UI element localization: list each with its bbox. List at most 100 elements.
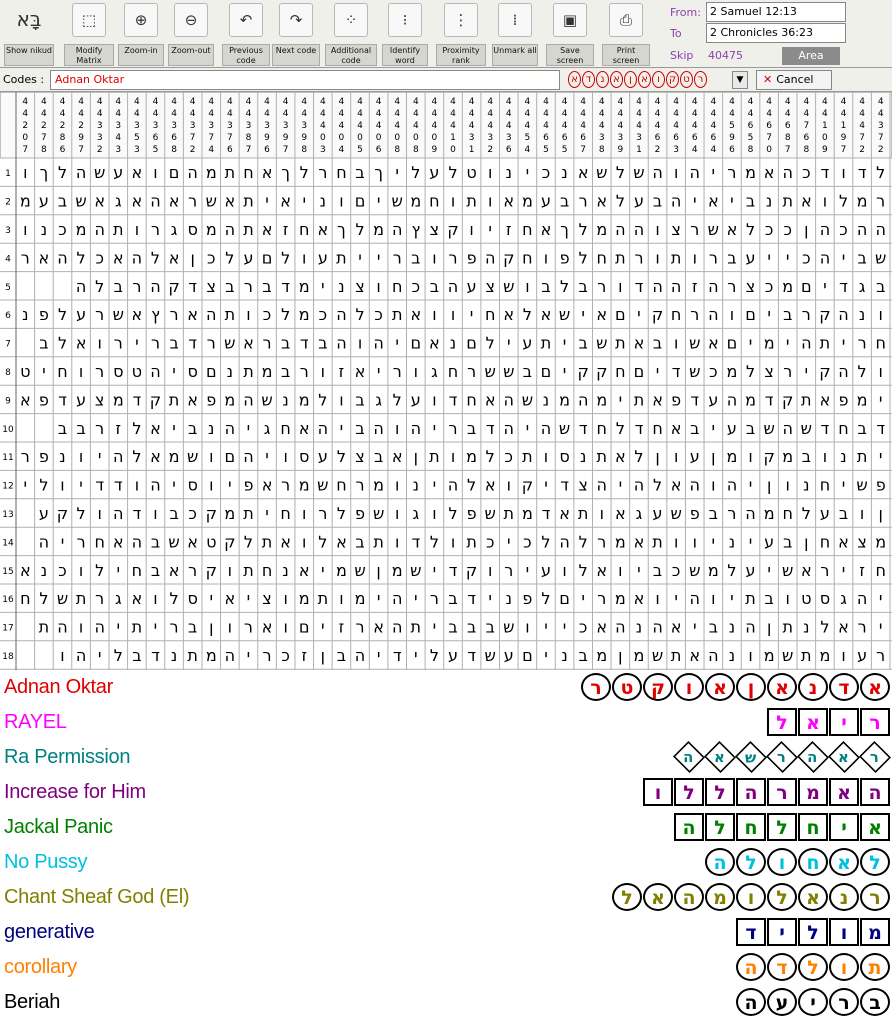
from-range-input[interactable]: 2 Samuel 12:13 bbox=[706, 2, 846, 22]
codes-letter: ו bbox=[652, 71, 665, 88]
matrix-letter: ו bbox=[711, 589, 715, 608]
matrix-letter: ה bbox=[225, 220, 235, 239]
column-number-digit: 9 bbox=[841, 133, 847, 143]
matrix-letter: כ bbox=[263, 305, 271, 324]
matrix-letter: ל bbox=[58, 305, 67, 324]
matrix-letter: ו bbox=[339, 192, 343, 211]
matrix-letter: ה bbox=[652, 163, 662, 182]
matrix-letter: ק bbox=[763, 447, 774, 466]
column-number-digit: 0 bbox=[339, 133, 345, 143]
matrix-letter: ב bbox=[448, 589, 457, 608]
matrix-letter: י bbox=[265, 504, 269, 523]
matrix-letter: ם bbox=[541, 362, 552, 381]
matrix-letter: א bbox=[262, 163, 273, 182]
matrix-letter: ו bbox=[674, 532, 678, 551]
legend-letter: ה bbox=[797, 741, 829, 773]
matrix-letter: א bbox=[132, 192, 143, 211]
matrix-letter: ר bbox=[356, 476, 365, 495]
matrix-letter: ש bbox=[261, 390, 272, 409]
matrix-letter: כ bbox=[58, 220, 66, 239]
matrix-letter: ו bbox=[153, 589, 157, 608]
legend-letter: ל bbox=[674, 778, 704, 806]
codes-input[interactable]: Adnan Oktar bbox=[50, 70, 560, 90]
codes-dropdown-icon[interactable]: ▼ bbox=[732, 71, 748, 89]
toolbar-button-print-screen[interactable]: ⎙ Print screen bbox=[602, 0, 650, 68]
matrix-letter: ם bbox=[355, 192, 366, 211]
to-range-input[interactable]: 2 Chronicles 36:23 bbox=[706, 23, 846, 43]
matrix-letter: ז bbox=[859, 561, 865, 580]
column-number-digit: 7 bbox=[283, 145, 289, 155]
matrix-letter: א bbox=[503, 305, 514, 324]
matrix-letter: ה bbox=[597, 476, 607, 495]
matrix-letter: ת bbox=[225, 305, 236, 324]
area-button[interactable]: Area bbox=[782, 47, 840, 65]
legend-letter-glyph: ר bbox=[869, 748, 879, 767]
matrix-letter: א bbox=[485, 476, 496, 495]
column-number-digit: 2 bbox=[878, 145, 884, 155]
toolbar-button-label: Unmark all bbox=[492, 44, 538, 66]
column-number-digit: 4 bbox=[227, 109, 233, 119]
matrix-letter: י bbox=[879, 589, 883, 608]
legend-letter: א bbox=[829, 778, 859, 806]
matrix-letter: ב bbox=[281, 334, 290, 353]
legend-letter: ה bbox=[736, 988, 766, 1016]
column-number-digit: 4 bbox=[376, 121, 382, 131]
toolbar-button-zoom-in[interactable]: ⊕ Zoom-in bbox=[118, 0, 164, 68]
legend-term-letters: ראהרשאה bbox=[673, 741, 891, 773]
matrix-letter: ת bbox=[671, 646, 682, 665]
matrix-letter: ל bbox=[541, 532, 550, 551]
matrix-letter: ב bbox=[151, 532, 160, 551]
legend-row: generative מ ו ל י ד bbox=[0, 915, 892, 949]
cancel-button[interactable]: ✕ Cancel bbox=[756, 70, 832, 90]
matrix-letter: ה bbox=[392, 220, 402, 239]
matrix-letter: נ bbox=[320, 192, 326, 211]
matrix-letter: כ bbox=[765, 220, 773, 239]
matrix-letter: ן bbox=[414, 447, 418, 466]
matrix-letter: ו bbox=[488, 163, 492, 182]
matrix-letter: י bbox=[433, 618, 437, 637]
column-number-digit: 7 bbox=[766, 133, 772, 143]
matrix-letter: ה bbox=[838, 362, 848, 381]
toolbar-button-proximity-rank[interactable]: ⋮ Proximity rank bbox=[436, 0, 486, 68]
column-number-digit: 4 bbox=[320, 121, 326, 131]
row-number: 12 bbox=[2, 482, 13, 492]
matrix-letter: א bbox=[671, 618, 682, 637]
matrix-letter: א bbox=[541, 220, 552, 239]
toolbar-button-unmark-all[interactable]: ⁞ Unmark all bbox=[492, 0, 538, 68]
matrix-letter: ע bbox=[746, 248, 756, 267]
matrix-letter: ע bbox=[429, 163, 439, 182]
matrix-letter: א bbox=[150, 419, 161, 438]
matrix-letter: י bbox=[116, 561, 120, 580]
legend-term-name: RAYEL bbox=[4, 711, 67, 733]
matrix-letter: ח bbox=[671, 305, 681, 324]
toolbar-button-identify-word[interactable]: ⁝ Identify word bbox=[382, 0, 428, 68]
toolbar-button-next-code[interactable]: ↷ Next code bbox=[272, 0, 320, 68]
legend-letter: י bbox=[829, 813, 859, 841]
matrix-letter: כ bbox=[542, 163, 550, 182]
matrix-letter: ל bbox=[634, 447, 643, 466]
toolbar-button-save-screen[interactable]: ▣ Save screen bbox=[546, 0, 594, 68]
matrix-letter: ן bbox=[655, 447, 659, 466]
matrix-letter: ל bbox=[95, 561, 104, 580]
matrix-letter: ר bbox=[188, 561, 197, 580]
letter-matrix[interactable]: 4437244472441974410944768446874467044658… bbox=[0, 92, 892, 670]
matrix-letter: ר bbox=[727, 504, 736, 523]
matrix-letter: ה bbox=[652, 618, 662, 637]
matrix-letter: ן bbox=[879, 504, 883, 523]
matrix-letter: ג bbox=[431, 362, 438, 381]
matrix-letter: י bbox=[767, 305, 771, 324]
matrix-letter: ה bbox=[39, 532, 49, 551]
matrix-letter: ס bbox=[187, 476, 197, 495]
modify-matrix-icon: ⬚ bbox=[72, 3, 106, 37]
legend-letter: ו bbox=[643, 778, 673, 806]
matrix-letter: י bbox=[488, 589, 492, 608]
toolbar-button-show-nikud[interactable]: בָּא Show nikud bbox=[4, 0, 54, 68]
toolbar-button-previous-code[interactable]: ↶ Previous code bbox=[222, 0, 270, 68]
toolbar-button-additional-code[interactable]: ⁘ Additional code bbox=[325, 0, 377, 68]
matrix-letter: ל bbox=[151, 248, 160, 267]
matrix-letter: ה bbox=[559, 532, 569, 551]
matrix-letter: ח bbox=[485, 305, 495, 324]
toolbar-button-zoom-out[interactable]: ⊖ Zoom-out bbox=[168, 0, 214, 68]
matrix-letter: מ bbox=[262, 362, 273, 381]
toolbar-button-modify-matrix[interactable]: ⬚ Modify Matrix bbox=[64, 0, 114, 68]
